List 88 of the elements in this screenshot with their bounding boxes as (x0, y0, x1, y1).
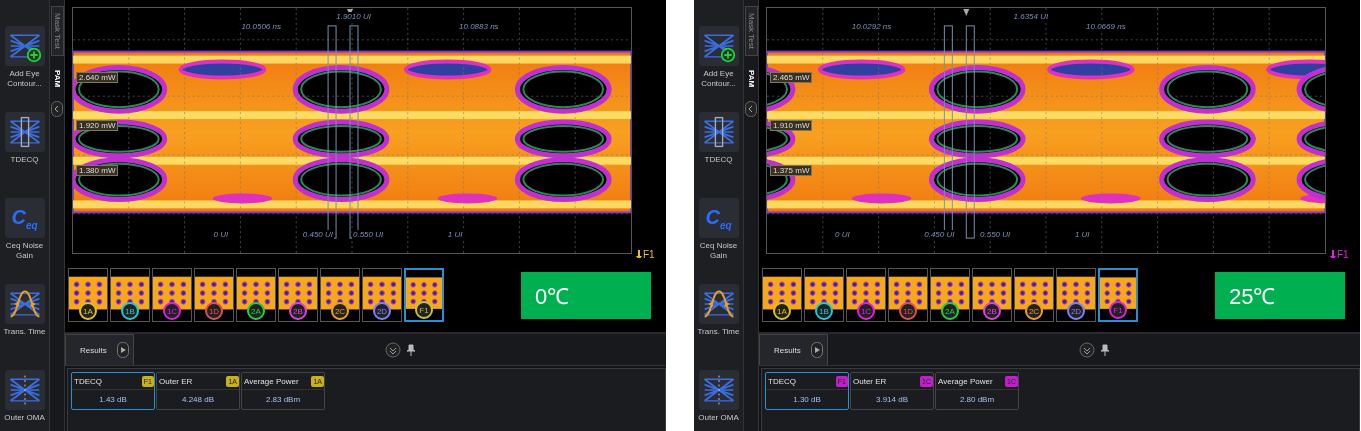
tool-label: Outer OMA (697, 413, 740, 423)
ui-label: 0.450 UI (301, 230, 334, 239)
tool-button[interactable] (4, 284, 45, 324)
tool-label: Trans. Time (696, 327, 741, 337)
ceq-icon: C$_{eq}$ (705, 205, 732, 231)
vertical-tab[interactable]: PAM (745, 63, 757, 94)
collapse-icon[interactable] (51, 101, 63, 118)
measurement-value: 1.30 dB (792, 395, 822, 404)
measurement-value: 3.914 dB (875, 395, 909, 404)
ui-label: 0 UI (212, 230, 230, 239)
time-label: 1.6354 UI (1012, 12, 1050, 21)
tool-button[interactable] (698, 112, 739, 152)
measurement-name: TDECQ (767, 376, 796, 386)
time-label: 10.0669 ns (1085, 22, 1127, 31)
level-label: 2.465 mW (770, 72, 813, 83)
waveform-thumbnail[interactable]: 2D (1056, 268, 1096, 322)
measurement-value: 1.43 dB (98, 395, 128, 404)
waveform-thumbnail[interactable]: 2C (320, 268, 360, 322)
tool-button[interactable] (4, 370, 45, 410)
tool-label: Ceq Noise Gain (698, 241, 739, 261)
measurement-name: Outer ER (852, 376, 887, 386)
waveform-thumbnail[interactable]: 1A (68, 268, 108, 322)
function-label: F1 (1337, 249, 1349, 260)
waveform-thumbnail[interactable]: 2A (930, 268, 970, 322)
level-label: 1.920 mW (76, 120, 119, 131)
tool-label: Trans. Time (2, 327, 47, 337)
pin-icon[interactable] (1100, 343, 1109, 356)
measurement-name: TDECQ (73, 376, 102, 386)
waveform-thumbnail[interactable]: 1D (194, 268, 234, 322)
vertical-tab[interactable]: Mask Test (50, 6, 64, 56)
tool-button[interactable] (698, 26, 739, 66)
tool-button[interactable] (4, 26, 45, 66)
measurement-value: 2.83 dBm (264, 395, 302, 404)
measurement-value: 2.80 dBm (958, 395, 996, 404)
play-icon (116, 342, 129, 358)
level-label: 1.910 mW (770, 120, 813, 131)
tool-label: Ceq Noise Gain (4, 241, 45, 261)
waveform-thumbnail[interactable]: 1B (804, 268, 844, 322)
play-icon (810, 342, 823, 358)
waveform-thumbnail[interactable]: 1A (762, 268, 802, 322)
chevron-down-icon[interactable] (384, 341, 401, 358)
waveform-thumbnail[interactable]: F1 (404, 268, 444, 322)
results-tab[interactable]: Results (65, 334, 134, 365)
time-label: 10.0883 ns (458, 22, 500, 31)
waveform-thumbnail[interactable]: 2A (236, 268, 276, 322)
tool-label: TDECQ (9, 155, 40, 165)
tool-label: Add Eye Contour... (6, 69, 43, 89)
ui-label: 1 UI (446, 230, 464, 239)
results-tab[interactable]: Results (759, 334, 828, 365)
waveform-thumbnail[interactable]: 2B (972, 268, 1012, 322)
ui-label: 0.450 UI (923, 230, 956, 239)
measurement-value: 4.248 dB (181, 395, 215, 404)
level-label: 1.375 mW (770, 165, 813, 176)
ui-label: 0.550 UI (979, 230, 1012, 239)
measurement-name: Average Power (243, 376, 299, 386)
level-label: 2.640 mW (76, 72, 119, 83)
pin-icon[interactable] (406, 343, 415, 356)
waveform-thumbnail[interactable]: 1C (152, 268, 192, 322)
measurement-name: Outer ER (158, 376, 193, 386)
vertical-tab[interactable]: PAM (51, 63, 63, 94)
waveform-thumbnail[interactable]: 2D (362, 268, 402, 322)
tool-button[interactable] (698, 284, 739, 324)
measurement-name: Average Power (937, 376, 993, 386)
temperature-badge: 0℃ (521, 271, 651, 319)
level-label: 1.380 mW (76, 165, 119, 176)
tool-label: TDECQ (703, 155, 734, 165)
ui-label: 0 UI (833, 230, 851, 239)
time-label: 10.0506 ns (240, 22, 282, 31)
tool-button[interactable] (698, 370, 739, 410)
waveform-thumbnail[interactable]: 2C (1014, 268, 1054, 322)
time-label: 10.0292 ns (850, 22, 893, 31)
waveform-thumbnail[interactable]: 1D (888, 268, 928, 322)
waveform-thumbnail[interactable]: F1 (1098, 268, 1138, 322)
collapse-icon[interactable] (745, 101, 757, 118)
function-label: F1 (643, 249, 655, 260)
time-label: 1.9010 UI (335, 12, 372, 21)
chevron-down-icon[interactable] (1078, 341, 1095, 358)
waveform-thumbnail[interactable]: 2B (278, 268, 318, 322)
waveform-thumbnail[interactable]: 1C (846, 268, 886, 322)
tool-label: Outer OMA (3, 413, 46, 423)
tool-button[interactable] (4, 112, 45, 152)
vertical-tab[interactable]: Mask Test (744, 6, 758, 56)
waveform-thumbnail[interactable]: 1B (110, 268, 150, 322)
ceq-icon: C$_{eq}$ (11, 205, 38, 231)
ui-label: 1 UI (1073, 230, 1091, 239)
ui-label: 0.550 UI (352, 230, 385, 239)
temperature-badge: 25℃ (1215, 271, 1345, 319)
tool-label: Add Eye Contour... (700, 69, 737, 89)
